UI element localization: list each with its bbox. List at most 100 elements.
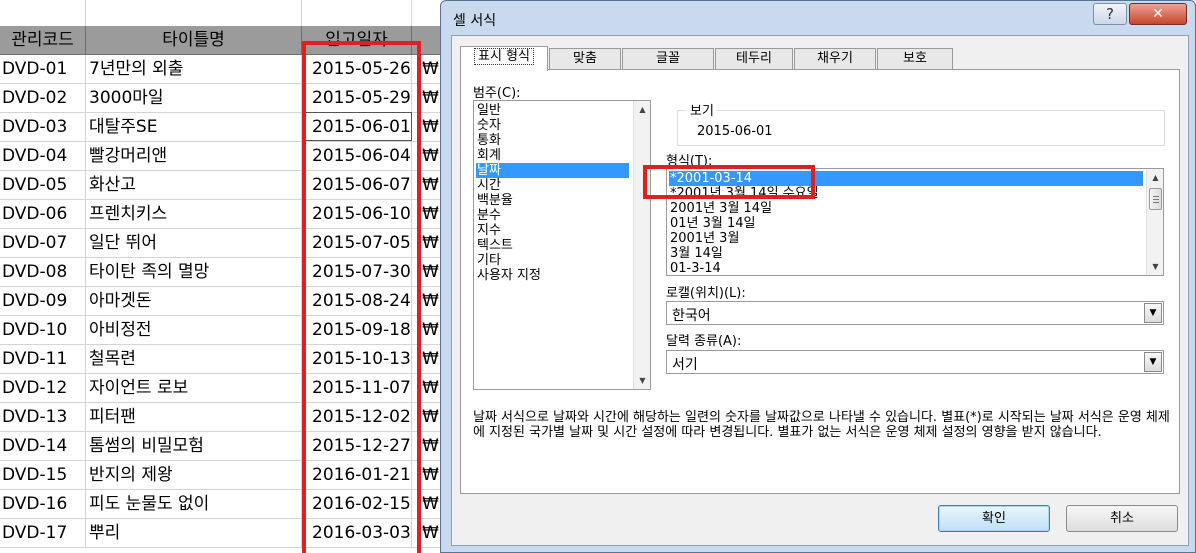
tab-number-format[interactable]: 표시 형식: [460, 46, 548, 71]
cell-title[interactable]: 자이언트 로보: [86, 374, 302, 403]
cell-code[interactable]: DVD-09: [0, 287, 86, 316]
format-item[interactable]: 2001년 3월: [669, 231, 1143, 246]
cell-title[interactable]: 프렌치키스: [86, 200, 302, 229]
cell-title[interactable]: 피터팬: [86, 403, 302, 432]
category-item[interactable]: 분수: [476, 208, 629, 223]
tab-border[interactable]: 테두리: [715, 48, 793, 70]
locale-select[interactable]: 한국어 ▼: [666, 301, 1164, 325]
header-date[interactable]: 입고일자: [302, 26, 412, 55]
format-item[interactable]: 3월 14일: [669, 246, 1143, 261]
cell-code[interactable]: DVD-17: [0, 519, 86, 548]
cell-code[interactable]: DVD-12: [0, 374, 86, 403]
cell-date[interactable]: 2016-03-03: [302, 519, 412, 548]
scroll-up-icon[interactable]: ▲: [1147, 169, 1163, 186]
cell-title[interactable]: 피도 눈물도 없이: [86, 490, 302, 519]
close-button[interactable]: ✕: [1129, 3, 1187, 25]
header-title[interactable]: 타이틀명: [86, 26, 302, 55]
category-item[interactable]: 기타: [476, 253, 629, 268]
category-item[interactable]: 일반: [476, 103, 629, 118]
cell-date[interactable]: 2015-05-29: [302, 84, 412, 113]
format-item[interactable]: *2001년 3월 14일 수요일: [669, 186, 1143, 201]
format-item[interactable]: *2001-03-14: [669, 171, 1143, 186]
cell-date[interactable]: 2015-08-24: [302, 287, 412, 316]
category-item[interactable]: 숫자: [476, 118, 629, 133]
cell-date[interactable]: 2016-01-21: [302, 461, 412, 490]
category-item[interactable]: 지수: [476, 223, 629, 238]
cell-title[interactable]: 화산고: [86, 171, 302, 200]
chevron-down-icon[interactable]: ▼: [1144, 303, 1162, 323]
tab-fill[interactable]: 채우기: [794, 48, 876, 70]
cell-date[interactable]: 2015-09-18: [302, 316, 412, 345]
cell-code[interactable]: DVD-16: [0, 490, 86, 519]
cell-date[interactable]: 2015-06-10: [302, 200, 412, 229]
cell-title[interactable]: 타이탄 족의 멸망: [86, 258, 302, 287]
cell-date[interactable]: 2015-05-26: [302, 55, 412, 84]
cell-code[interactable]: DVD-15: [0, 461, 86, 490]
cell-title[interactable]: 아마겟돈: [86, 287, 302, 316]
cell-code[interactable]: DVD-11: [0, 345, 86, 374]
scroll-down-icon[interactable]: ▼: [1147, 258, 1163, 275]
chevron-down-icon[interactable]: ▼: [1144, 352, 1162, 372]
category-list[interactable]: 일반 숫자 통화 회계 날짜 시간 백분율 분수 지수 텍스트 기타 사용자 지정 ▲ ▼: [473, 100, 651, 390]
cell-date[interactable]: 2015-11-07: [302, 374, 412, 403]
header-code[interactable]: 관리코드: [0, 26, 86, 55]
tab-font[interactable]: 글꼴: [622, 48, 714, 70]
category-item[interactable]: 사용자 지정: [476, 268, 629, 283]
category-item[interactable]: 날짜: [476, 163, 629, 178]
help-button[interactable]: ?: [1093, 3, 1127, 25]
category-item[interactable]: 시간: [476, 178, 629, 193]
cell-date[interactable]: 2015-07-30: [302, 258, 412, 287]
cell-code[interactable]: DVD-13: [0, 403, 86, 432]
cell-title[interactable]: 빨강머리앤: [86, 142, 302, 171]
scroll-down-icon[interactable]: ▼: [634, 372, 650, 389]
cell-title[interactable]: 일단 뛰어: [86, 229, 302, 258]
dialog-body: 표시 형식 맞춤 글꼴 테두리 채우기 보호 범주(C): 일반 숫자 통화 회계 날짜…: [451, 35, 1189, 546]
category-item[interactable]: 텍스트: [476, 238, 629, 253]
cell-code[interactable]: DVD-07: [0, 229, 86, 258]
category-item[interactable]: 통화: [476, 133, 629, 148]
format-scrollbar[interactable]: ▲ ▼: [1146, 169, 1163, 275]
cell-title[interactable]: 아비정전: [86, 316, 302, 345]
cell-code[interactable]: DVD-01: [0, 55, 86, 84]
scroll-up-icon[interactable]: ▲: [634, 101, 650, 118]
cell-title[interactable]: 7년만의 외출: [86, 55, 302, 84]
calendar-select[interactable]: 서기 ▼: [666, 350, 1164, 374]
table-cell[interactable]: [302, 0, 412, 28]
format-item[interactable]: 01년 3월 14일: [669, 216, 1143, 231]
cell-date[interactable]: 2015-12-02: [302, 403, 412, 432]
format-item[interactable]: 01-3-14: [669, 261, 1143, 275]
cell-date[interactable]: 2015-06-07: [302, 171, 412, 200]
category-item[interactable]: 회계: [476, 148, 629, 163]
cell-code[interactable]: DVD-02: [0, 84, 86, 113]
cell-code[interactable]: DVD-05: [0, 171, 86, 200]
category-item[interactable]: 백분율: [476, 193, 629, 208]
cell-title[interactable]: 톰썸의 비밀모험: [86, 432, 302, 461]
cell-code[interactable]: DVD-06: [0, 200, 86, 229]
cell-date[interactable]: 2015-06-04: [302, 142, 412, 171]
cell-date[interactable]: 2015-12-27: [302, 432, 412, 461]
cell-title[interactable]: 반지의 제왕: [86, 461, 302, 490]
cell-title[interactable]: 철목련: [86, 345, 302, 374]
cell-code[interactable]: DVD-04: [0, 142, 86, 171]
ok-button[interactable]: 확인: [938, 505, 1050, 532]
table-cell[interactable]: [86, 0, 302, 28]
cell-title[interactable]: 3000마일: [86, 84, 302, 113]
cell-date[interactable]: 2015-10-13: [302, 345, 412, 374]
cell-code[interactable]: DVD-03: [0, 113, 86, 142]
dialog-titlebar[interactable]: 셀 서식 ? ✕: [441, 1, 1195, 35]
cell-date[interactable]: 2016-02-15: [302, 490, 412, 519]
cell-title[interactable]: 대탈주SE: [86, 113, 302, 142]
tab-alignment[interactable]: 맞춤: [549, 48, 621, 70]
cell-code[interactable]: DVD-14: [0, 432, 86, 461]
tab-protection[interactable]: 보호: [877, 48, 953, 70]
cell-date[interactable]: 2015-07-05: [302, 229, 412, 258]
table-cell[interactable]: [0, 0, 86, 28]
cancel-button[interactable]: 취소: [1066, 505, 1178, 532]
cell-code[interactable]: DVD-08: [0, 258, 86, 287]
scroll-thumb[interactable]: [1149, 188, 1162, 210]
cell-title[interactable]: 뿌리: [86, 519, 302, 548]
format-item[interactable]: 2001년 3월 14일: [669, 201, 1143, 216]
cell-code[interactable]: DVD-10: [0, 316, 86, 345]
category-scrollbar[interactable]: ▲ ▼: [633, 101, 650, 389]
format-list[interactable]: *2001-03-14 *2001년 3월 14일 수요일 2001년 3월 14일…: [666, 168, 1164, 276]
